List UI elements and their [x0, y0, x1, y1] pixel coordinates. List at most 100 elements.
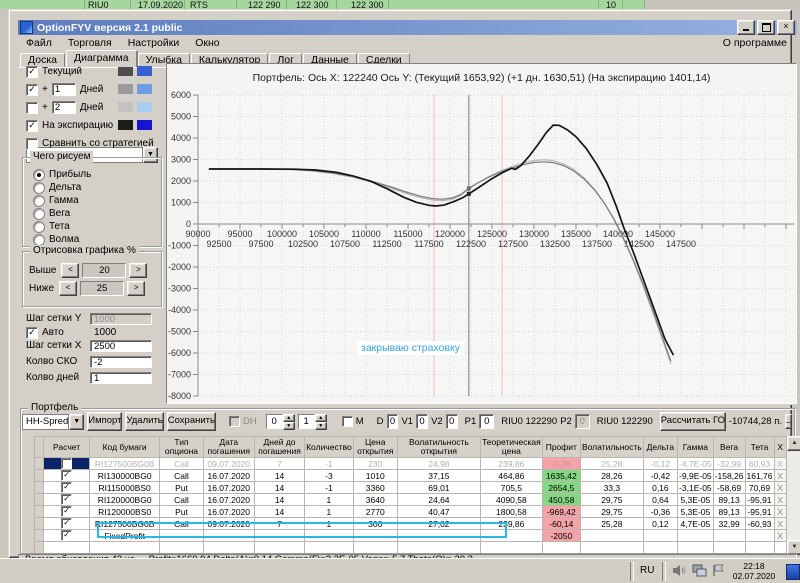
grid-x-field[interactable]: 2500 — [90, 339, 152, 352]
column-header-8[interactable]: Волатильность открытия — [396, 436, 482, 458]
scroll-down-icon[interactable]: ▼ — [787, 540, 800, 555]
menu-item-1[interactable]: Файл — [18, 37, 60, 49]
tray-clock[interactable]: 22:18 02.07.2020 — [724, 561, 784, 581]
radio-тета[interactable] — [33, 220, 45, 233]
calc-cell[interactable]: ✓ — [43, 481, 90, 494]
menu-item-4[interactable]: Окно — [187, 37, 227, 49]
v1-field[interactable]: 0 — [416, 414, 429, 429]
grid-y-field[interactable]: 1000 — [90, 312, 152, 325]
layer-checkbox[interactable]: ✓ — [26, 83, 38, 96]
table-row[interactable]: ✓ RI127500BG0B Call 09.07.2020 7 1 300 27,02 239… — [34, 517, 787, 530]
row-calc-checkbox[interactable]: ✓ — [61, 470, 73, 481]
calc-cell[interactable]: ✓ — [43, 517, 90, 530]
chevron-down-icon[interactable]: ▼ — [69, 413, 85, 430]
spin-down-icon[interactable]: ▼ — [314, 422, 327, 430]
column-header-2[interactable]: Код бумаги — [88, 436, 161, 458]
tab-диаграмма[interactable]: Диаграмма — [65, 50, 137, 67]
days-ahead-field[interactable]: 1 — [51, 83, 76, 96]
network-icon[interactable] — [692, 564, 707, 582]
layer-checkbox[interactable]: ✓ — [26, 119, 38, 132]
below-decrease-button[interactable]: < — [59, 281, 78, 296]
maximize-button[interactable] — [757, 20, 775, 35]
column-header-16[interactable]: X — [773, 436, 787, 458]
calc-cell[interactable]: ✓ — [43, 469, 90, 482]
spin-b[interactable]: 1 ▲ ▼ — [297, 414, 327, 430]
calc-cell[interactable]: ✓ — [43, 505, 90, 518]
calc-margin-button[interactable]: Рассчитать ГО — [659, 412, 726, 431]
row-delete-button[interactable]: X — [773, 469, 787, 482]
column-header-7[interactable]: Цена открытия — [352, 436, 398, 458]
speaker-icon[interactable] — [672, 564, 686, 582]
column-header-5[interactable]: Дней до погашения — [253, 436, 306, 458]
sko-count-field[interactable]: -2 — [90, 355, 152, 368]
above-decrease-button[interactable]: < — [61, 263, 80, 278]
radio-дельта[interactable] — [33, 181, 45, 194]
column-header-14[interactable]: Вега — [712, 436, 746, 458]
layer-checkbox[interactable] — [26, 101, 38, 114]
table-row[interactable]: ✓ RI120000BG0 Call 16.07.2020 14 1 3640 24,64 40… — [34, 493, 787, 506]
days-ahead-field[interactable]: 2 — [51, 101, 76, 114]
auto-checkbox[interactable]: ✓ — [26, 326, 38, 339]
layer-checkbox[interactable] — [26, 137, 38, 150]
table-scrollbar[interactable]: ▲ ▼ — [787, 436, 800, 555]
table-row[interactable]: ✓ FixedProfit -2050 X — [34, 529, 787, 542]
table-row[interactable]: ✓ RI120000BS0 Put 16.07.2020 14 1 2770 40,47 180… — [34, 505, 787, 518]
table-row[interactable]: ✓ RI115000BS0 Put 16.07.2020 14 -1 3360 69,01 70… — [34, 481, 787, 494]
below-increase-button[interactable]: > — [127, 281, 146, 296]
titlebar[interactable]: OptionFYV версия 2.1 public × — [18, 20, 797, 35]
p2-field[interactable]: 0 — [574, 414, 590, 429]
column-header-13[interactable]: Гамма — [677, 436, 714, 458]
layer-checkbox[interactable]: ✓ — [26, 65, 38, 78]
save-button[interactable]: Сохранить — [166, 412, 216, 431]
row-delete-button[interactable]: X — [773, 517, 787, 530]
delete-button[interactable]: Удалить — [125, 412, 164, 431]
collapse-button[interactable]: _ — [785, 414, 792, 429]
profit-chart[interactable]: 6000 5000 4000 3000 2000 1000 0 -1000 -2000 -3000… — [167, 85, 796, 403]
days-count-field[interactable]: 1 — [90, 371, 152, 384]
language-indicator[interactable]: RU — [640, 565, 654, 576]
menu-about[interactable]: О программе — [723, 37, 787, 49]
radio-прибыль[interactable] — [33, 168, 45, 181]
scroll-up-icon[interactable]: ▲ — [787, 436, 800, 451]
minimize-button[interactable] — [737, 20, 755, 35]
row-calc-checkbox[interactable] — [61, 458, 73, 469]
radio-гамма[interactable] — [33, 194, 45, 207]
spin-a[interactable]: 0 ▲ ▼ — [265, 414, 295, 430]
column-header-11[interactable]: Волатильность — [579, 436, 644, 458]
above-increase-button[interactable]: > — [129, 263, 148, 278]
column-header-4[interactable]: Дата погашения — [202, 436, 255, 458]
calc-cell[interactable] — [43, 457, 90, 470]
column-header-10[interactable]: Профит — [541, 436, 581, 458]
column-header-3[interactable]: Тип опциона — [159, 436, 204, 458]
radio-волма[interactable] — [33, 233, 45, 246]
row-calc-checkbox[interactable]: ✓ — [61, 530, 73, 541]
row-calc-checkbox[interactable]: ✓ — [61, 482, 73, 493]
menu-item-2[interactable]: Торговля — [60, 37, 120, 49]
v2-field[interactable]: 0 — [445, 414, 458, 429]
p1-field[interactable]: 0 — [479, 414, 495, 429]
column-header-9[interactable]: Теоретическая цена — [480, 436, 543, 458]
menu-item-3[interactable]: Настройки — [120, 37, 188, 49]
spin-down-icon[interactable]: ▼ — [282, 422, 295, 430]
table-row[interactable]: ✓ RI130000BG0 Call 16.07.2020 14 -3 1010 37,15 4… — [34, 469, 787, 482]
column-header-15[interactable]: Тета — [744, 436, 775, 458]
row-delete-button[interactable]: X — [773, 481, 787, 494]
table-row[interactable]: RI127500BG0B Call 09.07.2020 7 -1 230 24,98 239… — [34, 457, 787, 470]
spin-up-icon[interactable]: ▲ — [282, 414, 295, 422]
calc-cell[interactable]: ✓ — [43, 529, 90, 542]
row-calc-checkbox[interactable]: ✓ — [61, 506, 73, 517]
row-calc-checkbox[interactable]: ✓ — [61, 518, 73, 529]
row-delete-button[interactable]: X — [773, 505, 787, 518]
radio-вега[interactable] — [33, 207, 45, 220]
dh-checkbox[interactable] — [228, 416, 240, 427]
row-calc-checkbox[interactable]: ✓ — [61, 494, 73, 505]
row-delete-button[interactable]: X — [773, 529, 787, 542]
row-delete-button[interactable]: X — [773, 493, 787, 506]
calc-cell[interactable]: ✓ — [43, 493, 90, 506]
preset-combobox[interactable]: HH-Spred ▼ — [22, 413, 85, 430]
spin-up-icon[interactable]: ▲ — [314, 414, 327, 422]
m-checkbox[interactable] — [341, 416, 353, 427]
column-header-12[interactable]: Дельта — [642, 436, 679, 458]
close-button[interactable]: × — [777, 20, 795, 35]
d-field[interactable]: 0 — [386, 414, 399, 429]
